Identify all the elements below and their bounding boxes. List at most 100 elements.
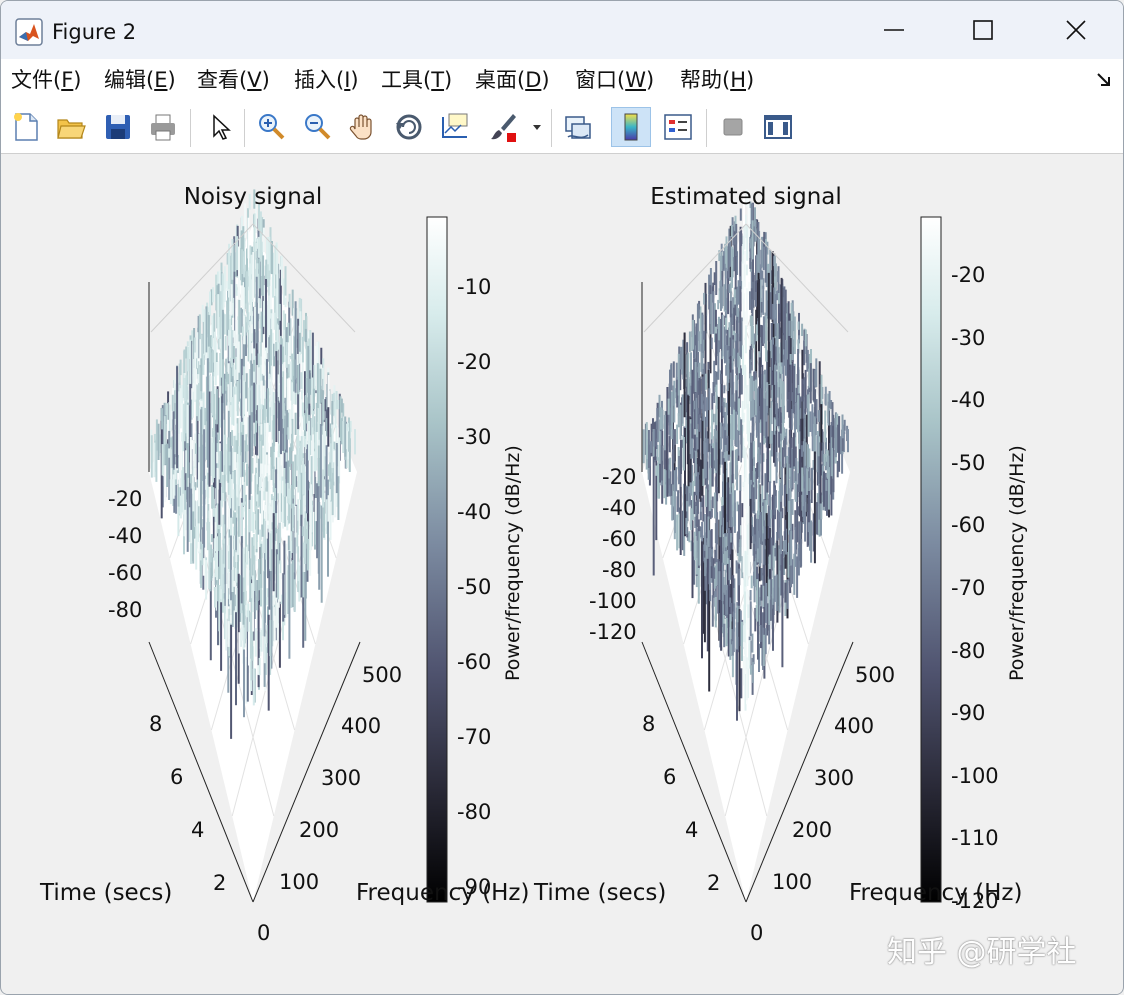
close-icon: [1066, 20, 1086, 40]
right-freq-tick: 100: [772, 870, 813, 894]
estimated-signal-plot[interactable]: [641, 189, 854, 903]
right-freq-tick: 200: [792, 818, 833, 842]
left-plot-title: Noisy signal: [183, 184, 323, 210]
watermark: 知乎 @研学社: [887, 935, 1077, 970]
insert-colorbar-button[interactable]: [611, 107, 651, 147]
menu-desktop[interactable]: 桌面(D): [475, 65, 550, 95]
right-colorbar-tick: -20: [951, 263, 986, 287]
brush-dropdown-button[interactable]: [527, 107, 547, 147]
right-freq-tick: 300: [814, 766, 855, 790]
right-colorbar-tick: -40: [951, 388, 986, 412]
zoom-out-button[interactable]: [297, 107, 337, 147]
right-colorbar-label: Power/frequency (dB/Hz): [1006, 445, 1028, 681]
link-plot-button[interactable]: [558, 107, 598, 147]
menu-file[interactable]: 文件(F): [11, 65, 82, 95]
menu-edit[interactable]: 编辑(E): [104, 65, 176, 95]
right-freq-tick: 500: [855, 663, 896, 687]
open-file-icon: [57, 119, 86, 139]
right-colorbar-tick: -110: [951, 826, 999, 850]
save-icon: [106, 115, 130, 139]
right-colorbar-tick: -90: [951, 701, 986, 725]
menu-insert[interactable]: 插入(I): [294, 65, 359, 95]
left-z-tick: -20: [108, 487, 143, 511]
title-bar[interactable]: Figure 2: [1, 1, 1123, 59]
left-freq-tick: 100: [279, 870, 320, 894]
data-cursor-button[interactable]: [435, 107, 475, 147]
window-title: Figure 2: [52, 20, 137, 44]
print-icon: [151, 114, 175, 141]
left-time-tick: 6: [170, 765, 184, 789]
brush-button[interactable]: [483, 107, 523, 147]
close-button[interactable]: [1029, 1, 1123, 59]
right-time-tick: 8: [642, 712, 656, 736]
hide-plot-tools-button[interactable]: [713, 107, 753, 147]
link-plot-icon: [565, 116, 591, 139]
right-z-tick: -100: [589, 589, 637, 613]
edit-plot-pointer-icon: [213, 114, 231, 140]
menu-window[interactable]: 窗口(W): [575, 65, 654, 95]
right-time-axis-label: Time (secs): [534, 880, 667, 906]
menu-view[interactable]: 查看(V): [197, 65, 270, 95]
left-freq-axis-label: Frequency (Hz): [356, 880, 530, 906]
right-z-tick: -80: [602, 558, 637, 582]
right-z-tick: -120: [589, 620, 637, 644]
right-time-tick: 4: [685, 818, 699, 842]
toolbar-separator: [190, 109, 191, 147]
new-figure-button[interactable]: [6, 107, 46, 147]
pan-hand-icon: [349, 114, 372, 140]
left-freq-tick: 200: [299, 818, 340, 842]
colorbar-icon: [624, 113, 638, 141]
minimize-button[interactable]: [847, 1, 941, 59]
left-time-tick: 8: [149, 712, 163, 736]
left-freq-tick: 300: [321, 766, 362, 790]
left-colorbar-tick: -20: [457, 350, 492, 374]
hide-plot-tools-icon: [723, 118, 743, 136]
minimize-icon: [884, 29, 904, 31]
open-file-button[interactable]: [51, 107, 91, 147]
save-button[interactable]: [98, 107, 138, 147]
right-freq-tick: 400: [834, 714, 875, 738]
left-colorbar-tick: -50: [457, 575, 492, 599]
data-cursor-icon: [442, 113, 468, 138]
insert-legend-button[interactable]: [658, 107, 698, 147]
pan-button[interactable]: [343, 107, 383, 147]
menu-tools[interactable]: 工具(T): [381, 65, 452, 95]
new-figure-icon: [14, 113, 38, 141]
show-plot-tools-icon: [764, 115, 792, 139]
left-colorbar-tick: -30: [457, 425, 492, 449]
toolbar-separator: [551, 109, 552, 147]
dock-figure-icon[interactable]: [1095, 71, 1113, 89]
right-colorbar-tick: -50: [951, 451, 986, 475]
right-z-tick: -60: [602, 527, 637, 551]
rotate-3d-icon: [396, 114, 422, 140]
left-colorbar-tick: -40: [457, 500, 492, 524]
edit-plot-button[interactable]: [199, 107, 239, 147]
noisy-signal-plot[interactable]: [148, 189, 361, 903]
left-colorbar-tick: -60: [457, 650, 492, 674]
left-freq-tick: 0: [257, 921, 271, 945]
figure-canvas[interactable]: Noisy signal -20 -40 -60 -80 2 4 6 8 0 1…: [2, 154, 1122, 994]
right-z-tick: -40: [602, 496, 637, 520]
right-freq-tick: 0: [750, 921, 764, 945]
left-colorbar-tick: -80: [457, 800, 492, 824]
left-colorbar-tick: -90: [457, 875, 492, 899]
colorbar-left[interactable]: [426, 216, 448, 903]
left-time-axis-label: Time (secs): [40, 880, 173, 906]
right-colorbar-tick: -80: [951, 639, 986, 663]
right-colorbar-tick: -120: [951, 889, 999, 913]
right-plot-title: Estimated signal: [650, 184, 842, 210]
left-z-tick: -60: [108, 561, 143, 585]
colorbar-right[interactable]: [920, 216, 942, 903]
zoom-in-button[interactable]: [251, 107, 291, 147]
brush-icon: [491, 114, 516, 142]
maximize-icon: [973, 20, 993, 40]
right-time-tick: 6: [663, 765, 677, 789]
rotate-3d-button[interactable]: [389, 107, 429, 147]
maximize-button[interactable]: [936, 1, 1030, 59]
left-time-tick: 2: [213, 871, 227, 895]
show-plot-tools-button[interactable]: [758, 107, 798, 147]
print-button[interactable]: [143, 107, 183, 147]
toolbar-separator: [706, 109, 707, 147]
menu-bar: 文件(F) 编辑(E) 查看(V) 插入(I) 工具(T) 桌面(D) 窗口(W…: [1, 59, 1123, 102]
menu-help[interactable]: 帮助(H): [680, 65, 754, 95]
